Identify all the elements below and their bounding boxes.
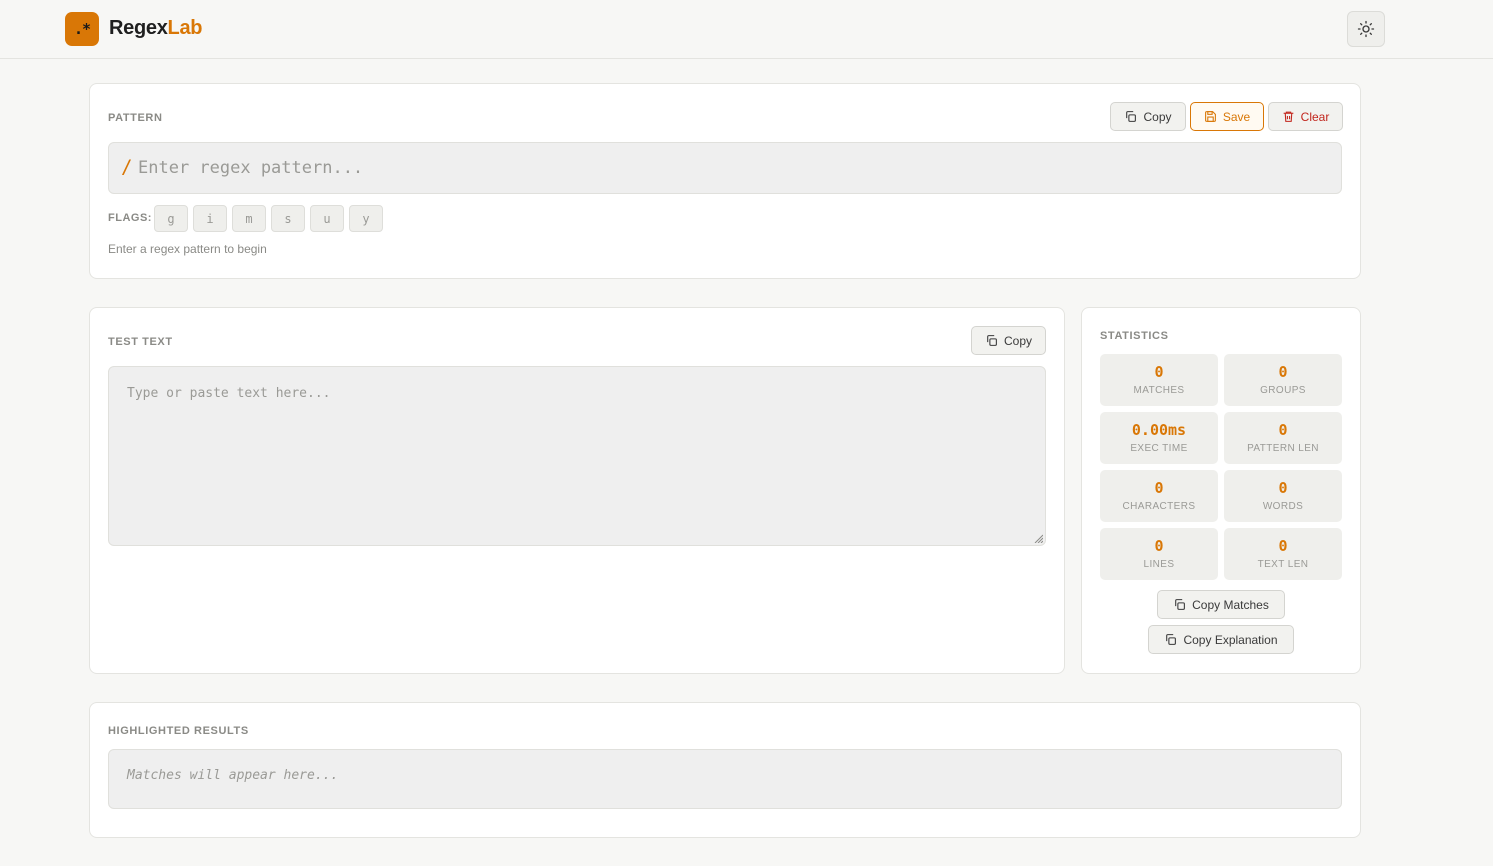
theme-toggle-button[interactable] [1347, 11, 1385, 47]
copy-icon [1175, 599, 1186, 610]
test-text-placeholder: Type or paste text here... [127, 386, 331, 401]
stat-label: EXEC TIME [1130, 443, 1188, 454]
trash-icon [1283, 111, 1294, 122]
copy-pattern-button[interactable]: Copy [1110, 102, 1186, 131]
test-text-card: TEST TEXT Copy Type or paste text here..… [89, 307, 1065, 674]
stat-value: 0 [1278, 421, 1288, 439]
copy-test-text-label: Copy [1003, 333, 1032, 348]
copy-pattern-label: Copy [1143, 109, 1172, 124]
stat-value: 0 [1154, 537, 1164, 555]
pattern-card: PATTERN Copy Save Clear / Enter regex pa… [89, 83, 1361, 279]
stat-label: WORDS [1262, 501, 1304, 512]
flag-s-toggle[interactable]: s [271, 205, 305, 232]
test-text-input[interactable]: Type or paste text here... [108, 366, 1046, 546]
results-placeholder: Matches will appear here... [127, 768, 339, 783]
stat-label: CHARACTERS [1122, 501, 1196, 512]
stat-label: PATTERN LEN [1247, 443, 1319, 454]
stat-words: 0 WORDS [1224, 470, 1342, 522]
app-header: .* RegexLab [0, 0, 1493, 59]
copy-icon [987, 335, 997, 346]
app-title: RegexLab [109, 17, 203, 40]
flags-label: FLAGS: [108, 212, 152, 224]
stat-value: 0 [1278, 537, 1288, 555]
copy-icon [1126, 111, 1137, 122]
highlighted-results-output: Matches will appear here... [108, 749, 1342, 809]
regex-delimiter: / [121, 156, 133, 178]
stat-value: 0 [1278, 363, 1288, 381]
stat-value: 0 [1154, 479, 1164, 497]
sun-icon [1357, 20, 1375, 38]
pattern-input[interactable]: / Enter regex pattern... [108, 142, 1342, 194]
stat-label: LINES [1143, 559, 1175, 570]
clear-pattern-label: Clear [1300, 109, 1330, 124]
stat-value: 0 [1278, 479, 1288, 497]
stat-value: 0 [1154, 363, 1164, 381]
pattern-hint: Enter a regex pattern to begin [108, 242, 267, 256]
copy-icon [1166, 634, 1177, 645]
flag-m-toggle[interactable]: m [232, 205, 266, 232]
copy-explanation-label: Copy Explanation [1183, 632, 1278, 647]
stat-text-len: 0 TEXT LEN [1224, 528, 1342, 580]
copy-matches-button[interactable]: Copy Matches [1157, 590, 1285, 619]
pattern-placeholder: Enter regex pattern... [138, 158, 364, 178]
statistics-card: STATISTICS 0 MATCHES 0 GROUPS 0.00ms EXE… [1081, 307, 1361, 674]
flag-g-toggle[interactable]: g [154, 205, 188, 232]
flag-i-toggle[interactable]: i [193, 205, 227, 232]
copy-matches-label: Copy Matches [1192, 597, 1269, 612]
stat-lines: 0 LINES [1100, 528, 1218, 580]
stat-label: TEXT LEN [1257, 559, 1309, 570]
copy-explanation-button[interactable]: Copy Explanation [1148, 625, 1294, 654]
stat-matches: 0 MATCHES [1100, 354, 1218, 406]
stat-characters: 0 CHARACTERS [1100, 470, 1218, 522]
highlighted-results-label: HIGHLIGHTED RESULTS [108, 725, 249, 737]
flag-y-toggle[interactable]: y [349, 205, 383, 232]
pattern-label: PATTERN [108, 112, 163, 124]
highlighted-results-card: HIGHLIGHTED RESULTS Matches will appear … [89, 702, 1361, 838]
stat-pattern-len: 0 PATTERN LEN [1224, 412, 1342, 464]
statistics-label: STATISTICS [1100, 330, 1169, 342]
resize-handle-icon[interactable] [1033, 533, 1043, 543]
clear-pattern-button[interactable]: Clear [1268, 102, 1343, 131]
stat-value: 0.00ms [1131, 421, 1187, 439]
brand-name-part2: Lab [167, 17, 203, 39]
stat-label: MATCHES [1133, 385, 1185, 396]
stat-label: GROUPS [1260, 385, 1306, 396]
brand-name-part1: Regex [109, 17, 168, 39]
save-pattern-label: Save [1222, 109, 1251, 124]
logo-icon: .* [65, 12, 99, 46]
stat-exec-time: 0.00ms EXEC TIME [1100, 412, 1218, 464]
flag-u-toggle[interactable]: u [310, 205, 344, 232]
test-text-label: TEST TEXT [108, 336, 173, 348]
stat-groups: 0 GROUPS [1224, 354, 1342, 406]
copy-test-text-button[interactable]: Copy [971, 326, 1046, 355]
save-icon [1204, 111, 1216, 122]
save-pattern-button[interactable]: Save [1190, 102, 1264, 131]
